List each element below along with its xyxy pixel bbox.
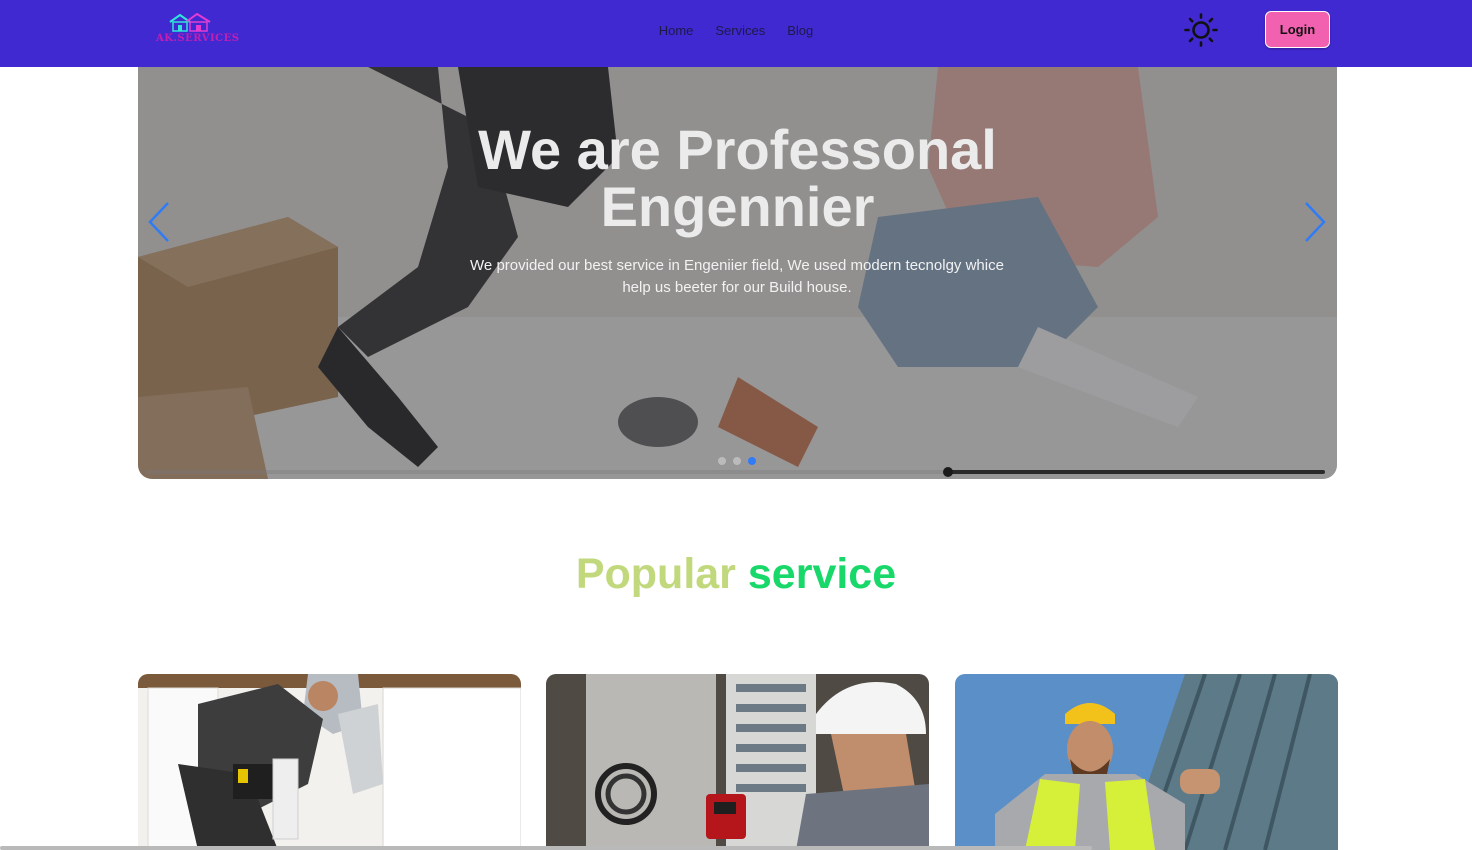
hero-title-line2: Engennier <box>600 175 875 238</box>
hero-carousel: We are Professonal Engennier We provided… <box>138 67 1337 479</box>
carousel-dot-2[interactable] <box>733 457 741 465</box>
autoplay-progress-track <box>146 467 1325 477</box>
brand-logo[interactable]: AK.SERVICES <box>156 13 240 47</box>
service-card-electrical[interactable] <box>546 674 929 850</box>
service-card-plumbing[interactable] <box>138 674 521 850</box>
logo-text: AK.SERVICES <box>156 33 240 44</box>
login-button[interactable]: Login <box>1265 11 1330 48</box>
carousel-dot-3[interactable] <box>748 457 756 465</box>
hero-description: We provided our best service in Engeniie… <box>470 257 1004 296</box>
nav-link-home[interactable]: Home <box>659 23 694 38</box>
service-card-roofing[interactable] <box>955 674 1338 850</box>
autoplay-progress-fill <box>948 470 1325 474</box>
heading-part-service: service <box>747 550 897 598</box>
roofer-photo <box>955 674 1338 850</box>
house-logo-icon <box>169 13 211 32</box>
nav-link-services[interactable]: Services <box>715 23 765 38</box>
autoplay-progress-knob[interactable] <box>943 467 953 477</box>
hero-title: We are Professonal Engennier <box>138 121 1337 235</box>
chevron-right-icon[interactable] <box>1300 197 1330 247</box>
carousel-dot-1[interactable] <box>718 457 726 465</box>
carousel-dots <box>718 457 756 465</box>
plumber-photo <box>138 674 521 850</box>
electrician-photo <box>546 674 929 850</box>
nav-link-blog[interactable]: Blog <box>787 23 813 38</box>
popular-service-heading: Popular service <box>0 550 1472 599</box>
horizontal-scrollbar[interactable] <box>0 846 1092 850</box>
navbar: AK.SERVICES Home Services Blog Login <box>0 0 1472 67</box>
heading-part-popular: Popular <box>575 550 736 598</box>
sun-icon[interactable] <box>1183 12 1219 48</box>
hero-title-line1: We are Professonal <box>478 118 997 181</box>
chevron-left-icon[interactable] <box>144 197 174 247</box>
